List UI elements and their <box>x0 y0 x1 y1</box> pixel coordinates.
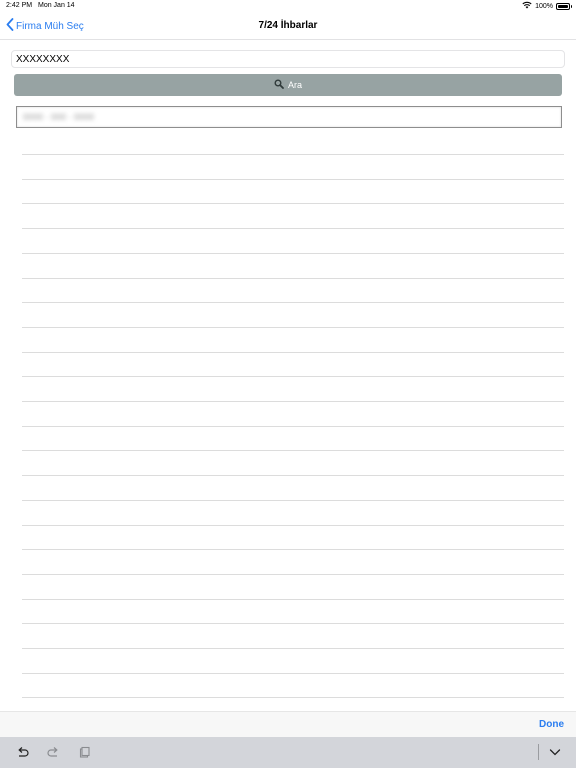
input-accessory-bar: Done <box>0 711 576 737</box>
list-separator <box>22 327 564 328</box>
list-separator <box>22 500 564 501</box>
status-bar: 2:42 PM Mon Jan 14 100% <box>0 0 576 12</box>
search-button[interactable]: Ara <box>14 74 562 96</box>
status-time: 2:42 PM <box>6 2 33 9</box>
status-right: 100% <box>522 1 572 11</box>
list-separator <box>22 352 564 353</box>
list-separator <box>22 426 564 427</box>
list-separator <box>22 278 564 279</box>
list-separator <box>22 179 564 180</box>
list-separator <box>22 549 564 550</box>
search-icon <box>274 79 284 91</box>
keyboard-bar-divider <box>538 744 539 760</box>
result-value: 0000 · 000 · 0000 <box>23 112 95 122</box>
list-separator <box>22 401 564 402</box>
undo-icon[interactable] <box>16 745 30 759</box>
list-separator <box>22 475 564 476</box>
chevron-down-icon[interactable] <box>548 745 562 759</box>
list-separator <box>22 228 564 229</box>
list-separator <box>22 450 564 451</box>
list-separator <box>22 203 564 204</box>
list-separator <box>22 154 564 155</box>
results-list <box>22 129 564 709</box>
list-separator <box>22 648 564 649</box>
battery-icon <box>556 2 572 10</box>
done-button[interactable]: Done <box>539 719 564 730</box>
list-separator <box>22 376 564 377</box>
list-separator <box>22 697 564 698</box>
search-input[interactable] <box>11 50 565 68</box>
list-separator <box>22 673 564 674</box>
redo-icon[interactable] <box>46 745 60 759</box>
navigation-bar: Firma Müh Seç 7/24 İhbarlar <box>0 12 576 40</box>
paste-icon[interactable] <box>77 745 91 759</box>
battery-percent: 100% <box>535 2 553 10</box>
list-separator <box>22 525 564 526</box>
list-separator <box>22 302 564 303</box>
keyboard-shortcut-bar <box>0 737 576 768</box>
list-separator <box>22 253 564 254</box>
list-separator <box>22 599 564 600</box>
status-date: Mon Jan 14 <box>38 2 75 9</box>
wifi-icon <box>522 1 532 11</box>
result-field[interactable]: 0000 · 000 · 0000 <box>16 106 562 128</box>
search-button-label: Ara <box>287 80 302 90</box>
list-separator <box>22 574 564 575</box>
list-separator <box>22 623 564 624</box>
page-title: 7/24 İhbarlar <box>258 20 318 31</box>
